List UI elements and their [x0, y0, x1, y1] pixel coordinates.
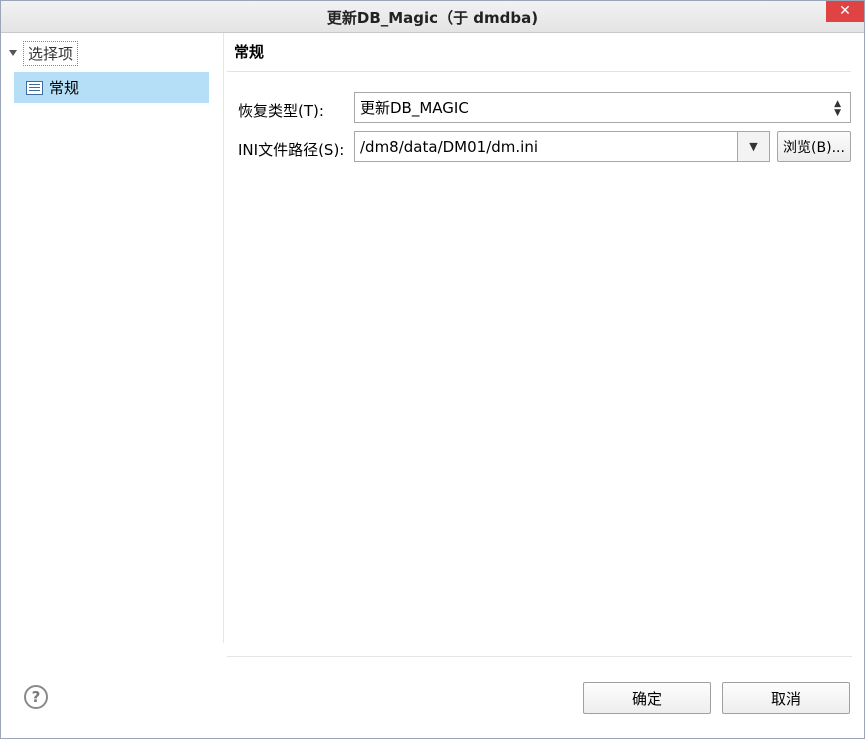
tree-item-label: 常规: [49, 79, 80, 97]
ini-path-dropdown-button[interactable]: ▼: [738, 131, 770, 162]
expand-triangle-icon[interactable]: [9, 50, 17, 56]
ok-button[interactable]: 确定: [583, 682, 711, 714]
chevron-down-icon: ▼: [749, 140, 758, 153]
browse-button[interactable]: 浏览(B)...: [777, 131, 851, 162]
tree-root[interactable]: 选择项: [7, 40, 79, 66]
section-divider: [227, 71, 851, 72]
help-icon[interactable]: ?: [24, 685, 48, 709]
close-button[interactable]: ✕: [826, 1, 864, 22]
tree-root-label: 选择项: [23, 40, 79, 66]
section-title: 常规: [234, 43, 265, 61]
ini-path-label: INI文件路径(S):: [238, 141, 345, 159]
close-icon: ✕: [839, 3, 851, 19]
dialog-window: 更新DB_Magic（于 dmdba) ✕ 选择项 常规 常规 恢复类型(T):…: [0, 0, 865, 739]
recovery-type-value: 更新DB_MAGIC: [360, 99, 469, 117]
list-icon: [26, 80, 43, 95]
recovery-type-select[interactable]: 更新DB_MAGIC ▲ ▼: [354, 92, 851, 123]
spinner-arrows-icon: ▲ ▼: [834, 99, 841, 118]
title-bar[interactable]: 更新DB_Magic（于 dmdba): [1, 1, 864, 33]
window-title: 更新DB_Magic（于 dmdba): [326, 9, 539, 27]
ini-path-value: /dm8/data/DM01/dm.ini: [360, 137, 539, 156]
cancel-button[interactable]: 取消: [722, 682, 850, 714]
ini-path-combo[interactable]: /dm8/data/DM01/dm.ini: [354, 131, 738, 162]
options-tree: 选择项 常规: [1, 33, 217, 654]
footer-divider: [227, 656, 852, 657]
recovery-type-label: 恢复类型(T):: [238, 102, 324, 120]
tree-item-general[interactable]: 常规: [14, 72, 209, 103]
panel-divider[interactable]: [223, 33, 224, 643]
